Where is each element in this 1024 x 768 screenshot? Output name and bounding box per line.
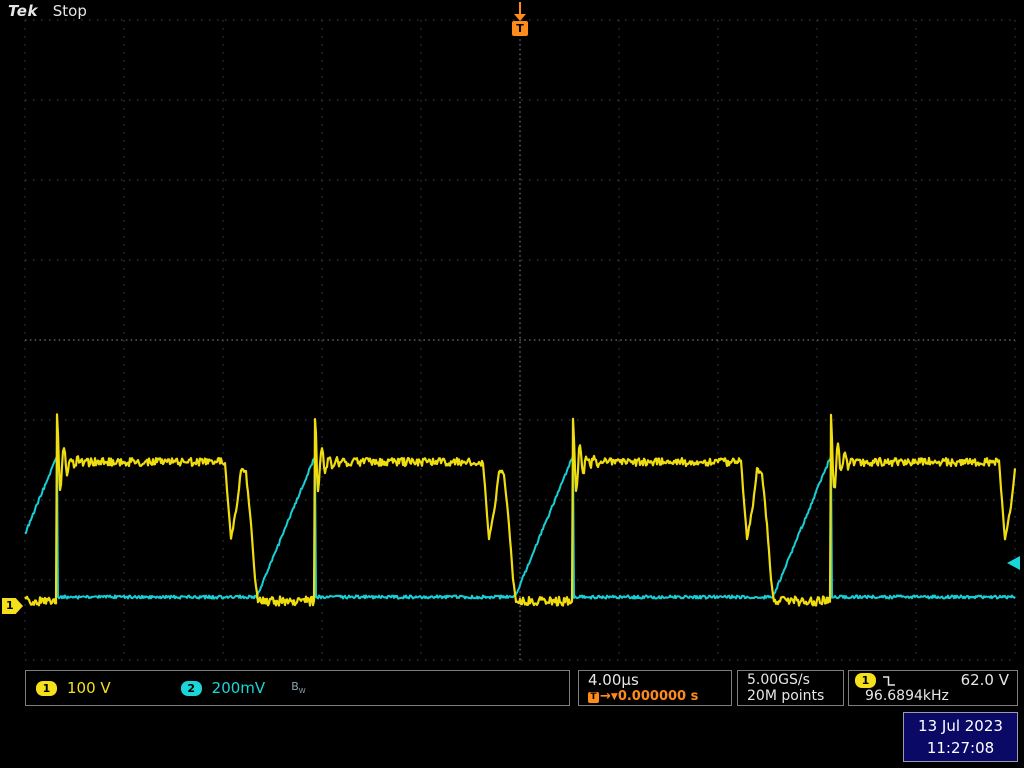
ch1-badge[interactable]: 1 xyxy=(36,681,57,696)
ch2-scale-readout: 200mV xyxy=(212,679,266,697)
top-status-bar: Tek Stop xyxy=(8,2,87,20)
trigger-source-badge[interactable]: 1 xyxy=(855,673,876,688)
date-readout: 13 Jul 2023 xyxy=(904,715,1017,737)
sample-rate-readout: 5.00GS/s xyxy=(738,672,843,689)
ch1-scale-readout: 100 V xyxy=(67,679,111,697)
oscilloscope-screen: Tek Stop T 1 1 100 V 2 200mV BW 4.00µs T… xyxy=(0,0,1024,768)
graticule-grid xyxy=(25,20,1015,660)
channel-readout-box: 1 100 V 2 200mV BW xyxy=(25,670,570,706)
trigger-t-icon: T xyxy=(588,692,599,703)
ch2-badge[interactable]: 2 xyxy=(181,681,202,696)
acquisition-readout-box: 5.00GS/s 20M points xyxy=(737,670,844,706)
trigger-position-readout: T→▼0.000000 s xyxy=(579,689,731,705)
ch2-bandwidth-limit-icon: BW xyxy=(291,680,305,695)
trigger-level-readout: 62.0 V xyxy=(961,672,1009,689)
trigger-time-value: 0.000000 s xyxy=(618,689,699,704)
acquisition-status: Stop xyxy=(53,2,87,20)
trigger-readout-box: 1 62.0 V 96.6894kHz xyxy=(848,670,1018,706)
trigger-edge-slope-icon xyxy=(882,674,896,688)
horizontal-readout-box: 4.00µs T→▼0.000000 s xyxy=(578,670,732,706)
datetime-display: 13 Jul 2023 11:27:08 xyxy=(903,712,1018,762)
horizontal-scale-readout: 4.00µs xyxy=(579,672,731,689)
marker-down-icon: ▼ xyxy=(611,692,618,702)
record-length-readout: 20M points xyxy=(738,689,843,704)
trigger-position-marker[interactable]: T xyxy=(512,21,528,36)
arrow-right-icon: → xyxy=(600,689,611,704)
trigger-frequency-readout: 96.6894kHz xyxy=(849,689,1017,704)
time-readout: 11:27:08 xyxy=(904,737,1017,759)
trigger-arrow-icon xyxy=(514,14,526,21)
tek-logo: Tek xyxy=(8,2,38,20)
graticule-and-waveforms xyxy=(0,0,1024,768)
